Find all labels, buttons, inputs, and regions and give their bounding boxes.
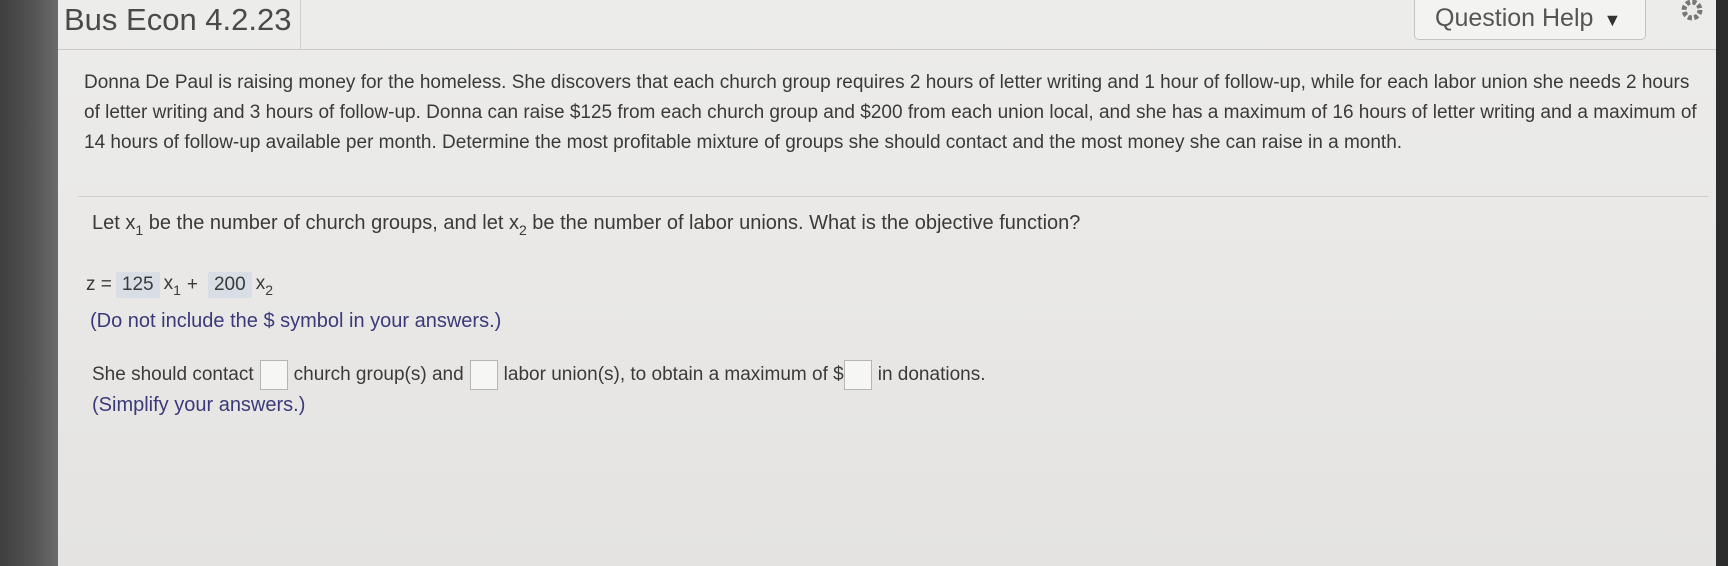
right-bezel xyxy=(1716,0,1728,566)
divider xyxy=(78,196,1708,197)
question-help-label: Question Help xyxy=(1435,3,1594,32)
max-donations-input[interactable] xyxy=(843,360,872,390)
problem-statement: Donna De Paul is raising money for the h… xyxy=(84,72,1697,153)
coefficient-1-field[interactable]: 125 xyxy=(115,272,160,298)
left-bezel xyxy=(0,0,58,566)
answer-text-3: labor union(s), to obtain a maximum of $ xyxy=(503,364,844,385)
var-x2: x2 xyxy=(255,272,273,298)
header-bar: Bus Econ 4.2.23 Question Help ▼ xyxy=(58,0,1716,50)
answer-text-1: She should contact xyxy=(92,364,254,385)
coefficient-2-field[interactable]: 200 xyxy=(207,272,252,298)
instruction-note: (Do not include the $ symbol in your ans… xyxy=(90,310,502,332)
question-help-button[interactable]: Question Help ▼ xyxy=(1414,0,1646,40)
answer-text-4: in donations. xyxy=(877,364,986,385)
var-x1: x1 xyxy=(163,272,181,298)
page-title: Bus Econ 4.2.23 xyxy=(64,0,301,50)
caret-down-icon: ▼ xyxy=(1603,9,1622,30)
church-groups-input[interactable] xyxy=(259,360,288,390)
question-prompt: Let x1 be the number of church groups, a… xyxy=(92,212,1081,238)
answer-text-2: church group(s) and xyxy=(293,364,464,385)
objective-prefix: z = xyxy=(86,274,112,295)
simplify-note: (Simplify your answers.) xyxy=(92,394,306,416)
question-page: Bus Econ 4.2.23 Question Help ▼ Donna De… xyxy=(58,0,1716,566)
objective-function: z = 125 x1 + 200 x2 xyxy=(86,272,273,298)
gear-icon[interactable] xyxy=(1676,0,1708,28)
plus-sign: + xyxy=(186,274,198,295)
labor-unions-input[interactable] xyxy=(469,360,498,390)
answer-sentence: She should contact church group(s) and l… xyxy=(92,360,985,390)
